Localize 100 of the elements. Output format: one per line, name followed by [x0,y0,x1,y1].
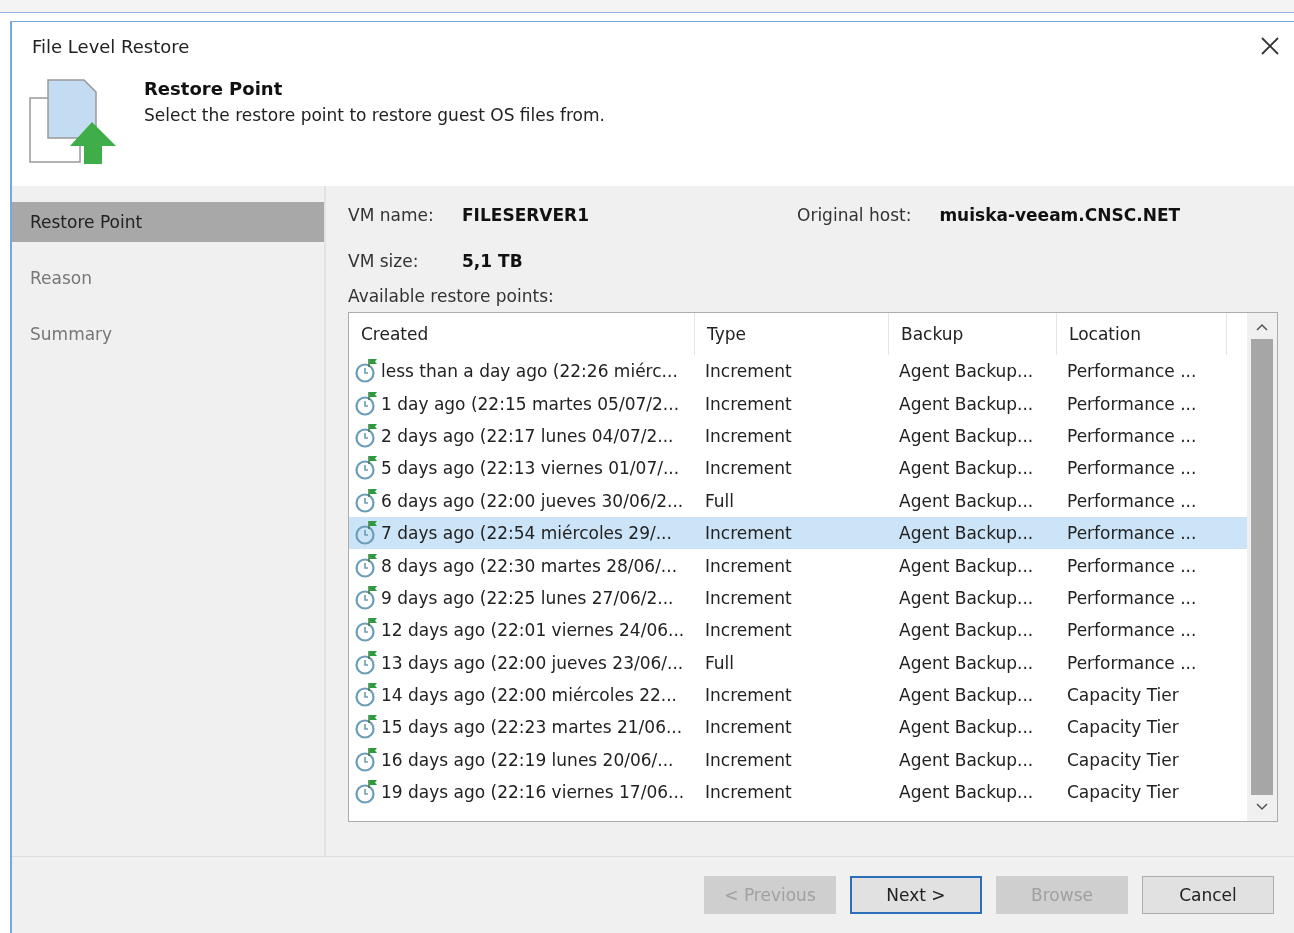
table-cell-text: Performance ... [1066,361,1198,382]
table-cell: 12 days ago (22:01 viernes 24/06... [381,620,685,641]
table-cell-text: Performance ... [1066,393,1198,414]
scroll-down-icon[interactable] [1256,803,1268,811]
column-header[interactable]: Type [695,313,889,355]
table-cell-text: Increment [704,620,793,641]
table-cell-text: Increment [704,587,793,608]
step-title: Restore Point [144,78,284,99]
column-header[interactable]: Created [349,313,695,355]
table-row[interactable]: 5 days ago (22:13 viernes 01/07/... Increment Agent Backup... Performance ... [349,452,1247,485]
table-cell-text: Performance ... [1066,587,1198,608]
vm-name: FILESERVER1 [462,205,590,225]
restore-point-icon [355,714,379,741]
window-title: File Level Restore [32,35,190,57]
wizard-step[interactable]: Summary [12,314,324,354]
table-cell-text: Increment [704,458,793,479]
table-cell-text: Agent Backup... [898,685,1035,706]
scroll-up-icon[interactable] [1256,323,1268,331]
table-cell-text: Full [704,490,736,511]
table-row[interactable]: 13 days ago (22:00 jueves 23/06/... Full Agent Backup... Performance ... [349,646,1247,679]
table-cell-text: Performance ... [1066,620,1198,641]
step-description: Select the restore point to restore guest OS files from. [144,105,605,125]
restore-point-icon [355,358,379,385]
wizard-button[interactable]: Next > [850,876,982,914]
table-cell-text: Increment [704,685,793,706]
table-row[interactable]: 14 days ago (22:00 miércoles 22... Increment Agent Backup... Capacity Tier [349,678,1247,712]
table-cell-text: Performance ... [1066,652,1198,673]
wizard-step[interactable]: Restore Point [12,202,324,242]
table-cell: less than a day ago (22:26 miérc... [381,361,678,382]
table-cell-text: Agent Backup... [898,425,1035,446]
table-cell-text: Increment [704,361,793,382]
restore-point-icon [355,520,379,547]
restore-point-icon [355,779,379,806]
table-cell: 6 days ago (22:00 jueves 30/06/2... [381,490,684,511]
restore-point-icon [355,390,379,417]
table-cell-text: Agent Backup... [898,620,1035,641]
table-cell-text: Increment [704,523,793,544]
table-cell: 9 days ago (22:25 lunes 27/06/2... [381,587,674,608]
table-cell-text: Performance ... [1066,490,1198,511]
restore-point-icon [355,422,379,449]
table-cell-text: Agent Backup... [898,393,1035,414]
wizard-button[interactable]: Cancel [1142,876,1274,914]
field-label: VM size: [348,251,420,271]
table-cell-text: Capacity Tier [1066,782,1180,803]
table-cell-text: Agent Backup... [898,782,1035,803]
table-cell-text: Capacity Tier [1066,749,1180,770]
table-cell-text: Increment [704,425,793,446]
table-cell-text: Agent Backup... [898,523,1035,544]
table-cell: 16 days ago (22:19 lunes 20/06/... [381,749,674,770]
table-cell-text: Performance ... [1066,555,1198,576]
table-cell-text: Capacity Tier [1066,685,1180,706]
scrollbar[interactable] [1247,313,1277,821]
table-row[interactable]: less than a day ago (22:26 miérc... Increment Agent Backup... Performance ... [349,355,1247,388]
table-cell-text: Performance ... [1066,523,1198,544]
table-cell-text: Full [704,652,736,673]
column-header[interactable]: Location [1057,313,1227,355]
table-cell: 5 days ago (22:13 viernes 01/07/... [381,458,680,479]
restore-point-icon [355,455,379,482]
close-icon[interactable] [1260,36,1280,56]
vm-size: 5,1 TB [462,251,523,271]
table-row[interactable]: 19 days ago (22:16 viernes 17/06... Increment Agent Backup... Capacity Tier [349,776,1247,809]
table-cell-text: Agent Backup... [898,749,1035,770]
restore-point-icon [355,682,379,709]
table-cell: 2 days ago (22:17 lunes 04/07/2... [381,425,674,446]
table-row[interactable]: 15 days ago (22:23 martes 21/06... Increment Agent Backup... Capacity Tier [349,711,1247,744]
restore-point-icon [355,746,379,773]
table-row[interactable]: 12 days ago (22:01 viernes 24/06... Increment Agent Backup... Performance ... [349,614,1247,647]
table-cell-text: Agent Backup... [898,458,1035,479]
table-row[interactable]: 1 day ago (22:15 martes 05/07/2... Increment Agent Backup... Performance ... [349,387,1247,420]
table-cell: 8 days ago (22:30 martes 28/06/... [381,555,678,576]
column-header[interactable]: Backup [889,313,1057,355]
table-cell-text: Agent Backup... [898,361,1035,382]
table-row[interactable]: 2 days ago (22:17 lunes 04/07/2... Increment Agent Backup... Performance ... [349,419,1247,453]
table-cell: 15 days ago (22:23 martes 21/06... [381,717,683,738]
table-cell-text: Increment [704,749,793,770]
list-label: Available restore points: [348,286,555,306]
table-cell: 1 day ago (22:15 martes 05/07/2... [381,393,680,414]
table-cell-text: Agent Backup... [898,652,1035,673]
table-row[interactable]: 9 days ago (22:25 lunes 27/06/2... Increment Agent Backup... Performance ... [349,581,1247,615]
table-cell-text: Agent Backup... [898,490,1035,511]
host-name: muiska-veeam.CNSC.NET [939,205,1181,225]
table-row[interactable]: 8 days ago (22:30 martes 28/06/... Increment Agent Backup... Performance ... [349,549,1247,582]
table-cell: 19 days ago (22:16 viernes 17/06... [381,782,685,803]
table-row[interactable]: 7 days ago (22:54 miércoles 29/... Increment Agent Backup... Performance ... [349,516,1247,550]
restore-point-icon [355,584,379,611]
table-cell-text: Performance ... [1066,425,1198,446]
field-label: VM name: [348,205,435,225]
table-cell-text: Increment [704,393,793,414]
restore-point-icon [355,617,379,644]
field-label: Original host: [797,205,912,225]
table-cell-text: Agent Backup... [898,555,1035,576]
wizard-step[interactable]: Reason [12,258,324,298]
table-cell: 7 days ago (22:54 miércoles 29/... [381,523,672,544]
table-cell-text: Increment [704,555,793,576]
table-cell: 14 days ago (22:00 miércoles 22... [381,685,677,706]
table-cell-text: Agent Backup... [898,717,1035,738]
scrollbar-thumb[interactable] [1251,339,1273,795]
table-cell-text: Performance ... [1066,458,1198,479]
table-row[interactable]: 6 days ago (22:00 jueves 30/06/2... Full Agent Backup... Performance ... [349,484,1247,517]
table-row[interactable]: 16 days ago (22:19 lunes 20/06/... Increment Agent Backup... Capacity Tier [349,743,1247,777]
